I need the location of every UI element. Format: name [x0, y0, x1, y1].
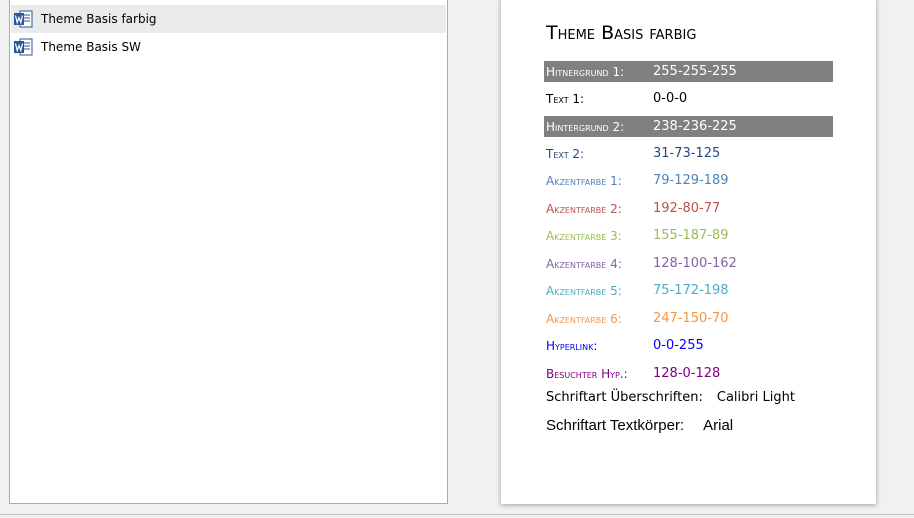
body-font-value: Arial	[703, 417, 734, 434]
body-font-row: Schriftart Textkörper: Arial	[546, 417, 733, 434]
color-row-value: 0-0-0	[653, 91, 688, 106]
heading-font-value: Calibri Light	[716, 390, 795, 405]
color-row-value: 247-150-70	[653, 311, 729, 326]
color-row-label: Hitnergrund 1:	[546, 64, 625, 79]
file-item-label: Theme Basis farbig	[41, 12, 157, 26]
color-row-value: 192-80-77	[653, 201, 721, 216]
color-row-akzentfarbe-3: Akzentfarbe 3: 155-187-89	[544, 225, 833, 246]
color-row-label: Hyperlink:	[546, 338, 598, 353]
color-row-label: Text 1:	[546, 91, 585, 106]
color-row-label: Akzentfarbe 2:	[546, 201, 622, 216]
color-row-value: 128-100-162	[653, 256, 737, 271]
color-row-text-2: Text 2: 31-73-125	[544, 143, 833, 164]
theme-preview-page: Theme Basis farbig Hitnergrund 1: 255-25…	[501, 0, 876, 504]
color-row-hintergrund-1: Hitnergrund 1: 255-255-255	[544, 61, 833, 82]
color-row-akzentfarbe-4: Akzentfarbe 4: 128-100-162	[544, 253, 833, 274]
color-row-label: Akzentfarbe 5:	[546, 283, 622, 298]
color-row-akzentfarbe-2: Akzentfarbe 2: 192-80-77	[544, 198, 833, 219]
color-row-label: Akzentfarbe 6:	[546, 311, 622, 326]
file-item-theme-basis-sw[interactable]: Theme Basis SW	[11, 33, 446, 61]
color-row-label: Akzentfarbe 4:	[546, 256, 622, 271]
color-row-hintergrund-2: Hintergrund 2: 238-236-225	[544, 116, 833, 137]
color-row-value: 75-172-198	[653, 283, 729, 298]
body-font-label: Schriftart Textkörper:	[546, 417, 685, 434]
color-row-label: Akzentfarbe 3:	[546, 228, 622, 243]
color-row-text-1: Text 1: 0-0-0	[544, 88, 833, 109]
color-row-value: 128-0-128	[653, 366, 721, 381]
color-row-akzentfarbe-1: Akzentfarbe 1: 79-129-189	[544, 170, 833, 191]
file-item-theme-basis-farbig[interactable]: Theme Basis farbig	[11, 5, 446, 33]
color-row-value: 0-0-255	[653, 338, 704, 353]
word-document-icon	[14, 38, 33, 56]
color-row-value: 238-236-225	[653, 119, 737, 134]
heading-font-row: Schriftart Überschriften: Calibri Light	[546, 390, 795, 405]
file-list-pane: Theme Basis farbig Theme Basis SW	[9, 0, 448, 504]
file-item-label: Theme Basis SW	[41, 40, 141, 54]
word-document-icon	[14, 10, 33, 28]
bottom-divider	[0, 514, 914, 515]
color-row-label: Text 2:	[546, 146, 585, 161]
heading-font-label: Schriftart Überschriften:	[546, 390, 703, 405]
page-title: Theme Basis farbig	[546, 22, 697, 44]
color-row-akzentfarbe-6: Akzentfarbe 6: 247-150-70	[544, 308, 833, 329]
color-row-akzentfarbe-5: Akzentfarbe 5: 75-172-198	[544, 280, 833, 301]
color-row-hyperlink: Hyperlink: 0-0-255	[544, 335, 833, 356]
color-row-label: Besuchter Hyp.:	[546, 366, 628, 381]
color-row-value: 79-129-189	[653, 173, 729, 188]
color-row-value: 155-187-89	[653, 228, 729, 243]
color-row-label: Akzentfarbe 1:	[546, 173, 622, 188]
color-row-value: 255-255-255	[653, 64, 737, 79]
color-row-value: 31-73-125	[653, 146, 721, 161]
color-row-besuchter-hyperlink: Besuchter Hyp.: 128-0-128	[544, 363, 833, 384]
color-row-label: Hintergrund 2:	[546, 119, 625, 134]
